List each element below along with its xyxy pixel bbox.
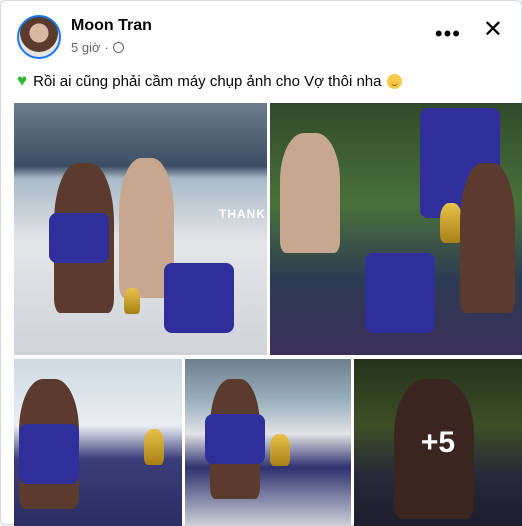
smiling-face-icon — [387, 73, 403, 89]
jersey-shape — [164, 263, 234, 333]
person-figure — [280, 133, 340, 253]
caption-text: Rồi ai cũng phải cầm máy chụp ảnh cho Vợ… — [33, 72, 382, 90]
photo-3[interactable] — [14, 359, 182, 526]
green-heart-icon: ♥ — [17, 71, 28, 90]
stadium-sign: THANK — [219, 207, 266, 221]
jersey-shape — [205, 414, 265, 464]
photo-4[interactable] — [185, 359, 351, 526]
close-icon[interactable]: ✕ — [483, 18, 503, 42]
jersey-shape — [19, 424, 79, 484]
jersey-shape — [49, 213, 109, 263]
photo-1[interactable]: THANK — [14, 103, 267, 355]
more-options-icon[interactable]: ••• — [435, 21, 461, 47]
photo-gallery: THANK +5 — [14, 103, 522, 526]
post-caption: ♥ Rồi ai cũng phải cầm máy chụp ảnh cho … — [17, 71, 403, 91]
trophy-icon — [144, 429, 164, 465]
trophy-icon — [270, 434, 290, 466]
person-figure — [460, 163, 515, 313]
photo-2[interactable] — [270, 103, 522, 355]
avatar[interactable] — [17, 15, 61, 59]
post-time[interactable]: 5 giờ — [71, 40, 101, 55]
photo-5[interactable]: +5 — [354, 359, 522, 526]
trophy-icon — [440, 203, 462, 243]
more-photos-count: +5 — [420, 425, 456, 459]
globe-icon — [112, 42, 124, 53]
more-photos-overlay[interactable]: +5 — [354, 359, 522, 526]
jersey-shape — [365, 253, 435, 333]
post-card: Moon Tran 5 giờ · ••• ✕ ♥ Rồi ai cũng ph… — [0, 0, 522, 526]
post-meta: 5 giờ · — [71, 40, 124, 55]
trophy-icon — [124, 288, 140, 314]
author-name[interactable]: Moon Tran — [71, 17, 152, 35]
post-header: Moon Tran 5 giờ · ••• ✕ — [17, 15, 505, 61]
